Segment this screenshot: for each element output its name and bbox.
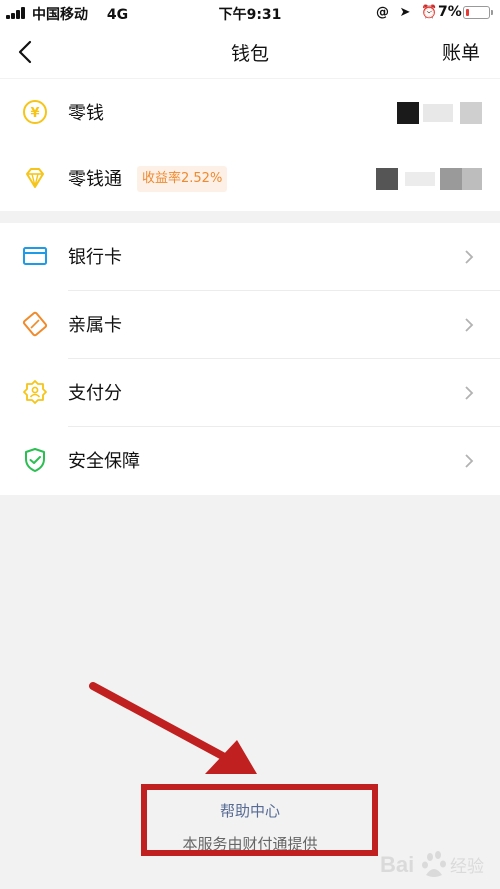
- family-card-icon: [22, 311, 48, 337]
- chevron-right-icon: [465, 386, 474, 400]
- change-balance-row[interactable]: ¥ 零钱: [0, 79, 500, 145]
- security-shield-icon: [25, 448, 45, 472]
- menu-item-label: 银行卡: [68, 247, 122, 268]
- location-icon: ➤: [399, 5, 411, 20]
- menu-item-label: 安全保障: [68, 451, 140, 472]
- blurred-amount: [376, 168, 398, 190]
- chevron-right-icon: [465, 318, 474, 332]
- battery-icon: [463, 6, 493, 19]
- chevron-right-icon: [465, 250, 474, 264]
- battery-percent: 7%: [438, 4, 462, 20]
- blurred-amount: [397, 102, 419, 124]
- navigation-bar: 钱包 账单: [0, 26, 500, 78]
- alarm-icon: ⏰: [420, 5, 438, 20]
- page-title: 钱包: [230, 43, 269, 65]
- diamond-icon: [26, 168, 44, 188]
- menu-item-label: 支付分: [68, 383, 122, 404]
- menu-item-pay-score[interactable]: 支付分: [0, 359, 500, 427]
- lingqiantong-row[interactable]: 零钱通 收益率2.52%: [0, 145, 500, 211]
- orientation-lock-icon: @: [376, 5, 389, 20]
- pay-score-icon: [23, 380, 47, 404]
- baidu-watermark-logo: Bai 经验: [380, 851, 484, 877]
- yuan-coin-icon: ¥: [23, 100, 47, 124]
- svg-text:¥: ¥: [30, 106, 39, 121]
- svg-text:Bai: Bai: [380, 852, 414, 877]
- bank-card-icon: [23, 247, 47, 265]
- menu-item-security[interactable]: 安全保障: [0, 427, 500, 495]
- menu-item-label: 亲属卡: [68, 315, 122, 336]
- yield-badge: 收益率2.52%: [137, 166, 228, 192]
- menu-item-bank-card[interactable]: 银行卡: [0, 223, 500, 291]
- menu-section: 银行卡 亲属卡 支付分 安全保障: [0, 223, 500, 495]
- balance-section: ¥ 零钱 零钱通 收益率2.52%: [0, 79, 500, 211]
- status-bar: 中国移动 4G 下午9:31 @ ➤ ⏰ 7%: [0, 0, 500, 26]
- annotation-arrow: [89, 682, 257, 774]
- bill-button[interactable]: 账单: [442, 38, 480, 65]
- svg-text:经验: 经验: [450, 857, 484, 877]
- menu-item-family-card[interactable]: 亲属卡: [0, 291, 500, 359]
- annotation-highlight-box: [141, 784, 378, 856]
- chevron-right-icon: [465, 454, 474, 468]
- lingqiantong-label: 零钱通: [68, 169, 122, 190]
- change-label: 零钱: [68, 103, 104, 124]
